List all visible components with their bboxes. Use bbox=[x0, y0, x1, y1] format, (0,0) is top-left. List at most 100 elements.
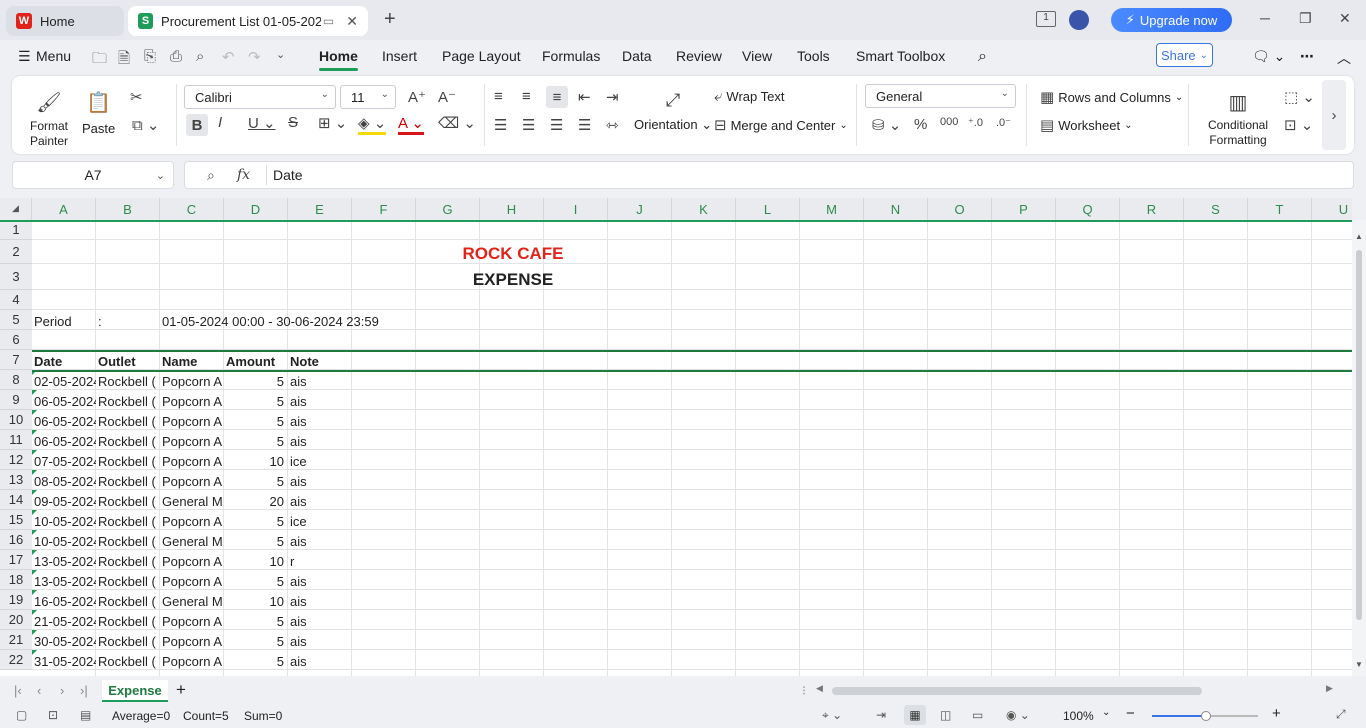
menu-item-smart-toolbox[interactable]: Smart Toolbox bbox=[856, 48, 945, 64]
scroll-right-icon[interactable]: ▶ bbox=[1326, 683, 1333, 694]
row-header-5[interactable]: 5 bbox=[0, 310, 32, 330]
menu-item-data[interactable]: Data bbox=[622, 48, 652, 64]
cell-mode-icon[interactable]: ⊡ bbox=[48, 708, 58, 722]
format-painter-button[interactable]: 🖌 Format Painter bbox=[26, 90, 72, 149]
copy-icon[interactable]: ⧉ ⌄ bbox=[132, 116, 159, 134]
period-colon[interactable]: : bbox=[96, 312, 160, 332]
column-header-u[interactable]: U bbox=[1312, 198, 1352, 220]
table-cell[interactable]: Rockbell ( bbox=[96, 552, 160, 572]
table-cell[interactable]: 5 bbox=[224, 612, 288, 632]
table-format-icon[interactable]: ⊡ ⌄ bbox=[1284, 116, 1313, 134]
table-cell[interactable]: ais bbox=[288, 572, 352, 592]
row-header-20[interactable]: 20 bbox=[0, 610, 32, 630]
table-cell[interactable]: 06-05-2024 bbox=[32, 412, 96, 432]
align-top-icon[interactable]: ≡ bbox=[494, 88, 503, 105]
next-sheet-icon[interactable]: › bbox=[60, 683, 64, 698]
column-header-b[interactable]: B bbox=[96, 198, 160, 220]
table-cell[interactable]: 5 bbox=[224, 652, 288, 672]
table-cell[interactable]: Rockbell ( bbox=[96, 652, 160, 672]
row-header-14[interactable]: 14 bbox=[0, 490, 32, 510]
splitter-icon[interactable]: ⁝ bbox=[802, 683, 806, 699]
row-header-18[interactable]: 18 bbox=[0, 570, 32, 590]
table-cell[interactable]: Popcorn A bbox=[160, 572, 224, 592]
orientation-button[interactable]: ⤢ Orientation ⌄ bbox=[634, 90, 712, 133]
table-cell[interactable]: 13-05-2024 bbox=[32, 572, 96, 592]
align-center-icon[interactable]: ☰ bbox=[522, 116, 535, 134]
paste-button[interactable]: 📋 Paste bbox=[82, 90, 115, 136]
select-all-corner[interactable]: ◢ bbox=[0, 198, 32, 220]
table-cell[interactable]: ais bbox=[288, 532, 352, 552]
redo-icon[interactable]: ↷ bbox=[248, 48, 261, 66]
justify-icon[interactable]: ☰ bbox=[578, 116, 591, 134]
table-cell[interactable]: 5 bbox=[224, 572, 288, 592]
row-header-19[interactable]: 19 bbox=[0, 590, 32, 610]
merge-center-button[interactable]: ⊟ Merge and Center ⌄ bbox=[714, 116, 848, 134]
table-cell[interactable]: ais bbox=[288, 372, 352, 392]
row-header-9[interactable]: 9 bbox=[0, 390, 32, 410]
menu-item-page-layout[interactable]: Page Layout bbox=[442, 48, 521, 64]
zoom-out-icon[interactable]: − bbox=[1126, 705, 1135, 722]
avatar[interactable] bbox=[1069, 10, 1089, 30]
row-header-7[interactable]: 7 bbox=[0, 350, 32, 370]
scroll-left-icon[interactable]: ◀ bbox=[816, 683, 823, 694]
column-header-e[interactable]: E bbox=[288, 198, 352, 220]
row-header-10[interactable]: 10 bbox=[0, 410, 32, 430]
zoom-icon[interactable]: ⌕ bbox=[207, 167, 215, 184]
sheet-title[interactable]: ROCK CAFE bbox=[416, 242, 608, 266]
table-cell[interactable]: General M bbox=[160, 532, 224, 552]
table-cell[interactable]: 31-05-2024 bbox=[32, 652, 96, 672]
vertical-scrollbar[interactable]: ▲ ▼ bbox=[1352, 220, 1366, 676]
currency-icon[interactable]: ⛁ ⌄ bbox=[872, 116, 901, 134]
locate-icon[interactable]: ⌖ ⌄ bbox=[822, 708, 842, 723]
table-cell[interactable]: ais bbox=[288, 652, 352, 672]
table-cell[interactable]: 06-05-2024 bbox=[32, 392, 96, 412]
decrease-font-icon[interactable]: A⁻ bbox=[438, 88, 456, 106]
italic-icon[interactable]: I bbox=[218, 114, 222, 131]
worksheet-button[interactable]: ▤ Worksheet ⌄ bbox=[1040, 116, 1132, 134]
table-cell[interactable]: 5 bbox=[224, 412, 288, 432]
sheet-subtitle[interactable]: EXPENSE bbox=[416, 268, 608, 292]
row-header-2[interactable]: 2 bbox=[0, 240, 32, 264]
strikethrough-icon[interactable]: S bbox=[288, 114, 298, 131]
distributed-icon[interactable]: ⇿ bbox=[606, 116, 619, 134]
table-cell[interactable]: ice bbox=[288, 512, 352, 532]
wrap-text-button[interactable]: ⤶ Wrap Text bbox=[714, 88, 784, 105]
row-header-16[interactable]: 16 bbox=[0, 530, 32, 550]
align-left-icon[interactable]: ☰ bbox=[494, 116, 507, 134]
table-cell[interactable]: Popcorn A bbox=[160, 652, 224, 672]
table-cell[interactable]: ais bbox=[288, 612, 352, 632]
table-cell[interactable]: Popcorn A bbox=[160, 632, 224, 652]
period-label[interactable]: Period bbox=[32, 312, 96, 332]
table-cell[interactable]: 5 bbox=[224, 512, 288, 532]
row-header-21[interactable]: 21 bbox=[0, 630, 32, 650]
add-sheet-icon[interactable]: + bbox=[176, 680, 186, 700]
more-icon[interactable]: ⋯ bbox=[1300, 48, 1314, 65]
scroll-up-icon[interactable]: ▲ bbox=[1355, 232, 1363, 241]
row-header-17[interactable]: 17 bbox=[0, 550, 32, 570]
macro-icon[interactable]: ▤ bbox=[80, 708, 91, 722]
page-layout-view-icon[interactable]: ▭ bbox=[972, 708, 983, 722]
column-header-o[interactable]: O bbox=[928, 198, 992, 220]
table-cell[interactable]: 06-05-2024 bbox=[32, 432, 96, 452]
column-header-r[interactable]: R bbox=[1120, 198, 1184, 220]
menu-item-review[interactable]: Review bbox=[676, 48, 722, 64]
maximize-icon[interactable]: ❐ bbox=[1299, 10, 1312, 27]
column-header-p[interactable]: P bbox=[992, 198, 1056, 220]
table-cell[interactable]: Popcorn A bbox=[160, 432, 224, 452]
bold-icon[interactable]: B bbox=[186, 114, 208, 136]
table-cell[interactable]: General M bbox=[160, 592, 224, 612]
eye-icon[interactable]: ◉ ⌄ bbox=[1006, 708, 1030, 722]
column-header-k[interactable]: K bbox=[672, 198, 736, 220]
table-cell[interactable]: Popcorn A bbox=[160, 452, 224, 472]
table-cell[interactable]: Popcorn A bbox=[160, 472, 224, 492]
table-cell[interactable]: ice bbox=[288, 452, 352, 472]
cut-icon[interactable]: ✂ bbox=[130, 88, 143, 106]
prev-sheet-icon[interactable]: ‹ bbox=[37, 683, 41, 698]
table-cell[interactable]: r bbox=[288, 552, 352, 572]
column-header-i[interactable]: I bbox=[544, 198, 608, 220]
header-date[interactable]: Date bbox=[32, 352, 96, 372]
new-tab-icon[interactable]: + bbox=[384, 8, 396, 31]
row-header-8[interactable]: 8 bbox=[0, 370, 32, 390]
export-pdf-icon[interactable]: ⎘ bbox=[144, 48, 156, 65]
column-header-f[interactable]: F bbox=[352, 198, 416, 220]
